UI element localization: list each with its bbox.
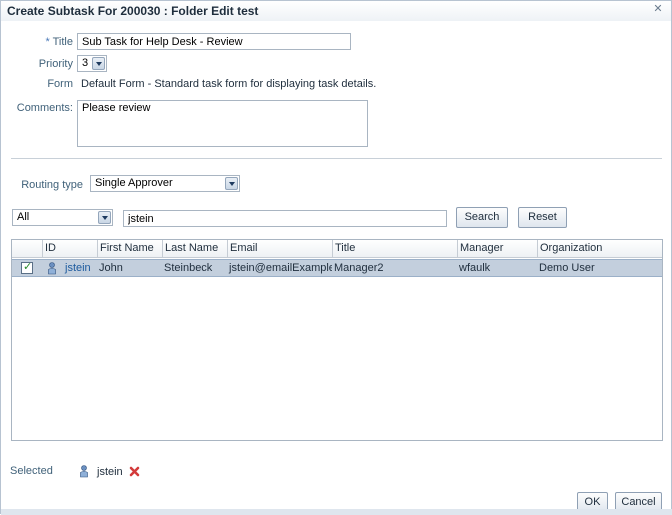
dialog-title: Create Subtask For 200030 : Folder Edit … [7,4,259,18]
column-header-manager[interactable]: Manager [457,240,537,258]
column-header-first-name[interactable]: First Name [97,240,162,258]
create-subtask-dialog: Create Subtask For 200030 : Folder Edit … [0,0,672,515]
filter-select-value: All [17,211,30,223]
form-value: Default Form - Standard task form for di… [81,78,377,90]
column-header-title[interactable]: Title [332,240,457,258]
close-icon[interactable]: ✕ [652,3,664,15]
title-field[interactable] [77,33,351,50]
cell-email: jstein@emailExample.com [229,262,332,274]
comments-field[interactable]: Please review [77,100,368,147]
search-input[interactable] [123,210,447,227]
column-header-organization[interactable]: Organization [537,240,662,258]
filter-select[interactable]: All [12,209,113,226]
cell-last-name: Steinbeck [164,262,213,274]
cell-manager: wfaulk [459,262,491,274]
dialog-titlebar: Create Subtask For 200030 : Folder Edit … [1,1,671,21]
cell-first-name: John [99,262,123,274]
routing-type-value: Single Approver [95,177,173,189]
table-row[interactable]: jstein John Steinbeck jstein@emailExampl… [12,259,662,277]
title-label: * Title [21,36,73,48]
search-button[interactable]: Search [456,207,508,228]
title-label-text: Title [52,36,73,48]
table-header: ID First Name Last Name Email Title Mana… [12,240,662,258]
row-select-checkbox[interactable] [21,260,33,274]
routing-type-label: Routing type [21,179,83,191]
section-divider [11,158,662,159]
routing-type-select[interactable]: Single Approver [90,175,240,192]
column-header-id[interactable]: ID [42,240,97,258]
cell-organization: Demo User [539,262,595,274]
chevron-down-icon[interactable] [225,177,238,190]
column-header-email[interactable]: Email [227,240,332,258]
remove-icon[interactable] [129,466,140,477]
users-table: ID First Name Last Name Email Title Mana… [11,239,663,441]
priority-select[interactable]: 3 [77,55,107,72]
selected-label: Selected [10,465,53,477]
required-marker: * [45,36,50,48]
reset-button[interactable]: Reset [518,207,567,228]
selected-user: jstein [97,466,123,478]
user-icon [48,262,56,275]
form-label: Form [47,78,73,90]
chevron-down-icon[interactable] [92,57,105,70]
dialog-footer-strip [1,509,672,515]
priority-select-value: 3 [82,57,89,69]
user-icon [80,465,88,478]
cell-id[interactable]: jstein [63,260,97,276]
column-header-last-name[interactable]: Last Name [162,240,227,258]
priority-label: Priority [38,58,73,70]
comments-label: Comments: [16,102,73,114]
select-column-header [12,240,42,258]
chevron-down-icon[interactable] [98,211,111,224]
cell-title: Manager2 [334,262,384,274]
